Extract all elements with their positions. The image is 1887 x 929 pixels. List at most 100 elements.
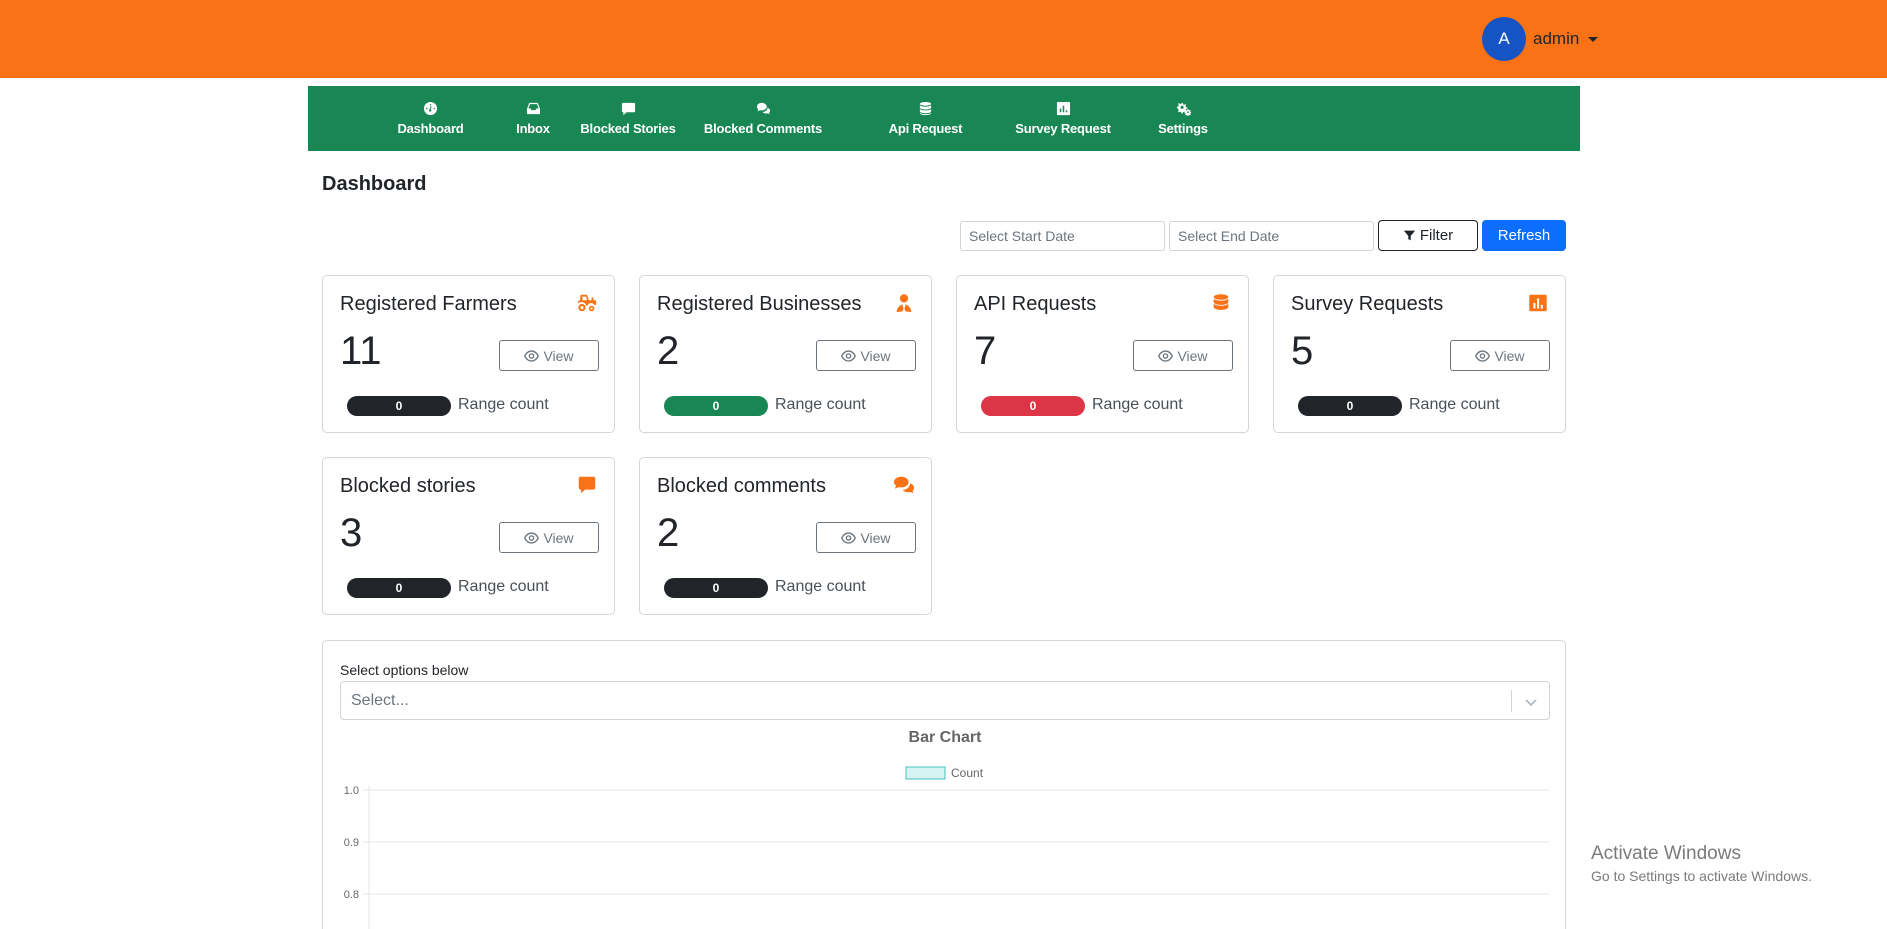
chevron-down-icon[interactable] [1588, 36, 1599, 42]
range-count-badge: 0 [347, 396, 451, 416]
eye-icon [841, 349, 857, 362]
nav-item-inbox[interactable]: Inbox [493, 86, 573, 151]
view-label: View [860, 347, 891, 364]
watermark-subtitle: Go to Settings to activate Windows. [1591, 868, 1812, 884]
refresh-button[interactable]: Refresh [1482, 220, 1566, 251]
user-tie-icon [893, 293, 915, 313]
avatar[interactable]: A [1482, 17, 1526, 61]
chart-square-icon [1527, 293, 1549, 313]
nav-item-survey-request[interactable]: Survey Request [1003, 86, 1123, 151]
eye-icon [524, 349, 540, 362]
nav-label: Settings [1158, 121, 1208, 136]
eye-icon [1158, 349, 1174, 362]
eye-icon [524, 531, 540, 544]
nav-item-dashboard[interactable]: Dashboard [368, 86, 493, 151]
view-button[interactable]: View [1450, 340, 1550, 371]
view-button[interactable]: View [499, 340, 599, 371]
watermark-title: Activate Windows [1591, 843, 1741, 864]
speedometer-icon [423, 101, 438, 116]
nav-label: Blocked Comments [703, 121, 823, 136]
gears-icon [1176, 102, 1191, 116]
nav-label: Api Request [888, 121, 963, 136]
legend-swatch[interactable] [905, 766, 946, 780]
view-button[interactable]: View [1133, 340, 1233, 371]
page-title: Dashboard [322, 173, 427, 195]
card-title: Registered Farmers [340, 293, 517, 315]
range-count-label: Range count [775, 578, 866, 595]
range-count-badge: 0 [664, 396, 768, 416]
card-count: 7 [974, 329, 997, 373]
range-count-label: Range count [775, 396, 866, 413]
card-title: Registered Businesses [657, 293, 862, 315]
view-label: View [543, 347, 574, 364]
filter-button[interactable]: Filter [1378, 220, 1478, 251]
range-count-label: Range count [458, 578, 549, 595]
range-count-badge: 0 [664, 578, 768, 598]
range-count-badge: 0 [981, 396, 1085, 416]
y-tick-label: 0.8 [344, 889, 359, 901]
card-count: 2 [657, 329, 680, 373]
chart-axis: 1.0 0.9 0.8 [344, 785, 1549, 929]
card-count: 11 [340, 329, 382, 373]
legend-label[interactable]: Count [951, 766, 984, 780]
nav-item-settings[interactable]: Settings [1143, 86, 1223, 151]
view-button[interactable]: View [816, 522, 916, 553]
card-title: Survey Requests [1291, 293, 1444, 315]
username[interactable]: admin [1533, 29, 1579, 49]
funnel-icon [1403, 230, 1416, 241]
chart-title: Bar Chart [909, 729, 983, 746]
card-title: Blocked stories [340, 475, 476, 497]
tractor-icon [576, 293, 598, 313]
stat-card-registered-businesses: Registered Businesses 2 View 0 Range cou… [639, 275, 932, 433]
stat-card-registered-farmers: Registered Farmers 11 View 0 Range count [322, 275, 615, 433]
card-title: Blocked comments [657, 475, 826, 497]
bar-chart: Bar Chart Count 1.0 0.9 0.8 [344, 729, 1549, 929]
card-count: 3 [340, 511, 363, 555]
range-count-label: Range count [1409, 396, 1500, 413]
view-label: View [1177, 347, 1208, 364]
database-icon [919, 101, 932, 116]
message-icon [576, 475, 598, 495]
range-count-label: Range count [1092, 396, 1183, 413]
eye-icon [841, 531, 857, 544]
message-icon [621, 102, 635, 116]
comments-icon [756, 102, 770, 115]
card-title: API Requests [974, 293, 1097, 315]
windows-activation-watermark: Activate Windows Go to Settings to activ… [1591, 843, 1812, 884]
card-count: 5 [1291, 329, 1314, 373]
stat-card-api-requests: API Requests 7 View 0 Range count [956, 275, 1249, 433]
range-count-label: Range count [458, 396, 549, 413]
y-tick-label: 1.0 [344, 785, 359, 797]
nav-item-api-request[interactable]: Api Request [873, 86, 978, 151]
card-count: 2 [657, 511, 680, 555]
eye-icon [1475, 349, 1491, 362]
filter-label: Filter [1419, 227, 1454, 244]
nav-label: Dashboard [397, 121, 464, 136]
inbox-icon [526, 102, 540, 115]
nav-label: Inbox [516, 121, 550, 136]
view-button[interactable]: View [499, 522, 599, 553]
end-date-input[interactable] [1169, 221, 1374, 251]
nav-label: Survey Request [1015, 121, 1111, 136]
stat-card-blocked-stories: Blocked stories 3 View 0 Range count [322, 457, 615, 615]
main-nav: Dashboard Inbox Blocked Stories Blocked … [308, 86, 1580, 151]
range-count-badge: 0 [1298, 396, 1402, 416]
top-header: A admin [0, 0, 1887, 78]
database-icon [1210, 293, 1232, 313]
view-label: View [860, 529, 891, 546]
user-menu[interactable]: A admin [1482, 17, 1599, 61]
y-tick-label: 0.9 [344, 837, 359, 849]
stat-card-survey-requests: Survey Requests 5 View 0 Range count [1273, 275, 1566, 433]
view-label: View [1494, 347, 1525, 364]
view-button[interactable]: View [816, 340, 916, 371]
bar-chart-icon [1056, 101, 1070, 116]
view-label: View [543, 529, 574, 546]
nav-item-blocked-comments[interactable]: Blocked Comments [698, 86, 828, 151]
nav-label: Blocked Stories [580, 121, 676, 136]
stat-card-blocked-comments: Blocked comments 2 View 0 Range count [639, 457, 932, 615]
chart-card: Select options below Select... Bar Chart… [322, 640, 1566, 929]
start-date-input[interactable] [960, 221, 1165, 251]
comments-icon [893, 475, 915, 495]
range-count-badge: 0 [347, 578, 451, 598]
nav-item-blocked-stories[interactable]: Blocked Stories [573, 86, 683, 151]
